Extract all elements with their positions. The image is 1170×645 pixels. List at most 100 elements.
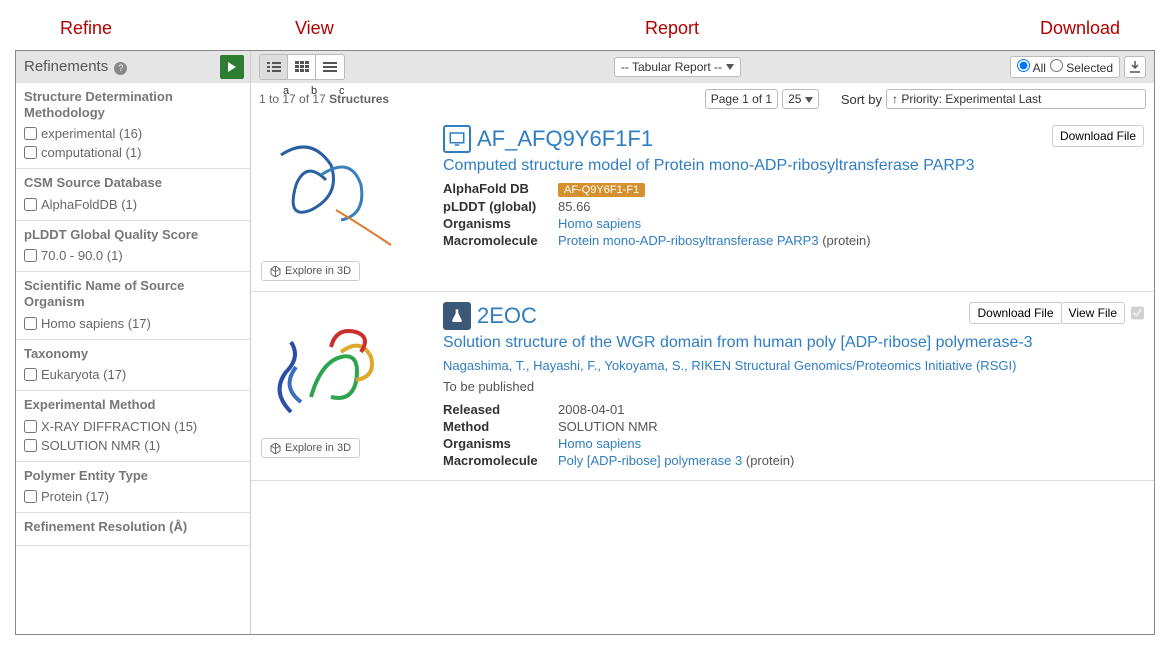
kv-row: MethodSOLUTION NMR xyxy=(443,419,1144,434)
refinements-label: Refinements xyxy=(24,58,108,75)
kv-link[interactable]: Homo sapiens xyxy=(558,436,641,451)
sort-select[interactable]: ↑ Priority: Experimental Last xyxy=(886,89,1146,109)
facet-group: CSM Source Database AlphaFoldDB (1) xyxy=(16,169,250,221)
result-checkbox[interactable] xyxy=(1131,302,1144,324)
entry-subtitle[interactable]: Solution structure of the WGR domain fro… xyxy=(443,334,1144,352)
thumb-col: Explore in 3D xyxy=(261,302,431,470)
facet-title: pLDDT Global Quality Score xyxy=(24,227,242,243)
viewlabel-c: c xyxy=(339,85,345,97)
title-row: AF_AFQ9Y6F1F1 xyxy=(443,125,1144,153)
structure-thumbnail[interactable] xyxy=(261,302,411,432)
tabular-report-label: -- Tabular Report -- xyxy=(621,60,722,74)
view-list-icon[interactable] xyxy=(260,55,288,79)
facet-option[interactable]: Homo sapiens (17) xyxy=(24,314,242,333)
kv-row: MacromoleculeProtein mono-ADP-ribosyltra… xyxy=(443,233,1144,248)
facet-option[interactable]: computational (1) xyxy=(24,143,242,162)
explore-3d-button[interactable]: Explore in 3D xyxy=(261,261,360,281)
facet-option[interactable]: AlphaFoldDB (1) xyxy=(24,195,242,214)
sidebar: Refinements ? Structure Determination Me… xyxy=(16,51,251,634)
kv-key: Organisms xyxy=(443,216,558,231)
kv-key: AlphaFold DB xyxy=(443,181,558,197)
sidebar-head: Refinements ? xyxy=(16,51,250,83)
entry-authors[interactable]: Nagashima, T., Hayashi, F., Yokoyama, S.… xyxy=(443,358,1144,373)
facet-title: CSM Source Database xyxy=(24,175,242,191)
facet-option[interactable]: 70.0 - 90.0 (1) xyxy=(24,246,242,265)
af-badge: AF-Q9Y6F1-F1 xyxy=(558,183,645,197)
tabular-report-select[interactable]: -- Tabular Report -- xyxy=(614,57,741,77)
dl-all-radio[interactable]: All xyxy=(1017,59,1046,75)
help-icon[interactable]: ? xyxy=(114,62,127,75)
viewlabel-b: b xyxy=(311,85,317,97)
dl-selected-radio[interactable]: Selected xyxy=(1050,59,1113,75)
kv-key: Released xyxy=(443,402,558,417)
facet-option[interactable]: Protein (17) xyxy=(24,487,242,506)
annot-download: Download xyxy=(1040,18,1120,39)
facet-group: Experimental Method X-RAY DIFFRACTION (15… xyxy=(16,391,250,462)
flask-icon xyxy=(443,302,471,330)
facet-title: Scientific Name of Source Organism xyxy=(24,278,242,309)
annot-view: View xyxy=(295,18,334,39)
facet-group: Polymer Entity Type Protein (17) xyxy=(16,462,250,514)
results-area: -- Tabular Report -- All Selected 1 to 1… xyxy=(251,51,1154,634)
kv-key: Macromolecule xyxy=(443,453,558,468)
entry-id-link[interactable]: 2EOC xyxy=(477,303,537,329)
kv-link[interactable]: Poly [ADP-ribose] polymerase 3 xyxy=(558,453,742,468)
download-file-button[interactable]: Download File xyxy=(1052,125,1144,147)
info-col: Download FileView File 2EOC Solution struc… xyxy=(443,302,1144,470)
structure-thumbnail[interactable] xyxy=(261,125,411,255)
perpage-select[interactable]: 25 xyxy=(782,89,819,109)
facet-title: Taxonomy xyxy=(24,346,242,362)
kv-value: Homo sapiens xyxy=(558,436,641,451)
thumb-col: Explore in 3D xyxy=(261,125,431,281)
pager: Page 1 of 1 25 xyxy=(705,89,819,109)
kv-value: Protein mono-ADP-ribosyltransferase PARP… xyxy=(558,233,871,248)
toolbar: -- Tabular Report -- All Selected xyxy=(251,51,1154,83)
kv-key: Organisms xyxy=(443,436,558,451)
annot-report: Report xyxy=(645,18,699,39)
kv-key: pLDDT (global) xyxy=(443,199,558,214)
kv-key: Macromolecule xyxy=(443,233,558,248)
result-actions: Download FileView File xyxy=(970,302,1144,324)
entry-subtitle[interactable]: Computed structure model of Protein mono… xyxy=(443,157,1144,175)
annot-refine: Refine xyxy=(60,18,112,39)
view-compact-icon[interactable] xyxy=(316,55,344,79)
facet-group: Structure Determination Methodologyexper… xyxy=(16,83,250,169)
view-file-button[interactable]: View File xyxy=(1061,302,1125,324)
download-button[interactable] xyxy=(1124,56,1146,78)
kv-value: Homo sapiens xyxy=(558,216,641,231)
kv-key: Method xyxy=(443,419,558,434)
download-scope: All Selected xyxy=(1010,56,1120,78)
download-file-button[interactable]: Download File xyxy=(969,302,1061,324)
kv-row: Released2008-04-01 xyxy=(443,402,1144,417)
kv-value: SOLUTION NMR xyxy=(558,419,658,434)
pub-note: To be published xyxy=(443,379,1144,394)
kv-row: AlphaFold DBAF-Q9Y6F1-F1 xyxy=(443,181,1144,197)
explore-3d-button[interactable]: Explore in 3D xyxy=(261,438,360,458)
app-frame: Refinements ? Structure Determination Me… xyxy=(15,50,1155,635)
facet-option[interactable]: SOLUTION NMR (1) xyxy=(24,436,242,455)
result-card: Explore in 3D Download File AF_AFQ9Y6F1F1 C… xyxy=(251,115,1154,292)
facet-option[interactable]: experimental (16) xyxy=(24,124,242,143)
kv-value: 2008-04-01 xyxy=(558,402,625,417)
apply-button[interactable] xyxy=(220,55,244,79)
facet-group: Scientific Name of Source Organism Homo s… xyxy=(16,272,250,339)
info-col: Download File AF_AFQ9Y6F1F1 Computed struc… xyxy=(443,125,1144,281)
kv-value: Poly [ADP-ribose] polymerase 3 (protein) xyxy=(558,453,794,468)
kv-row: MacromoleculePoly [ADP-ribose] polymeras… xyxy=(443,453,1144,468)
entry-id-link[interactable]: AF_AFQ9Y6F1F1 xyxy=(477,126,653,152)
facet-title: Experimental Method xyxy=(24,397,242,413)
view-grid-icon[interactable] xyxy=(288,55,316,79)
countbar: 1 to 17 of 17 Structures Page 1 of 1 25 … xyxy=(251,83,1154,115)
kv-link[interactable]: Protein mono-ADP-ribosyltransferase PARP… xyxy=(558,233,819,248)
facet-title: Polymer Entity Type xyxy=(24,468,242,484)
kv-row: OrganismsHomo sapiens xyxy=(443,216,1144,231)
kv-value: 85.66 xyxy=(558,199,591,214)
facet-group: Refinement Resolution (Å) xyxy=(16,513,250,546)
facet-option[interactable]: X-RAY DIFFRACTION (15) xyxy=(24,417,242,436)
csm-icon xyxy=(443,125,471,153)
facet-option[interactable]: Eukaryota (17) xyxy=(24,365,242,384)
page-select[interactable]: Page 1 of 1 xyxy=(705,89,778,109)
kv-link[interactable]: Homo sapiens xyxy=(558,216,641,231)
facet-title: Refinement Resolution (Å) xyxy=(24,519,242,535)
kv-value: AF-Q9Y6F1-F1 xyxy=(558,181,645,197)
